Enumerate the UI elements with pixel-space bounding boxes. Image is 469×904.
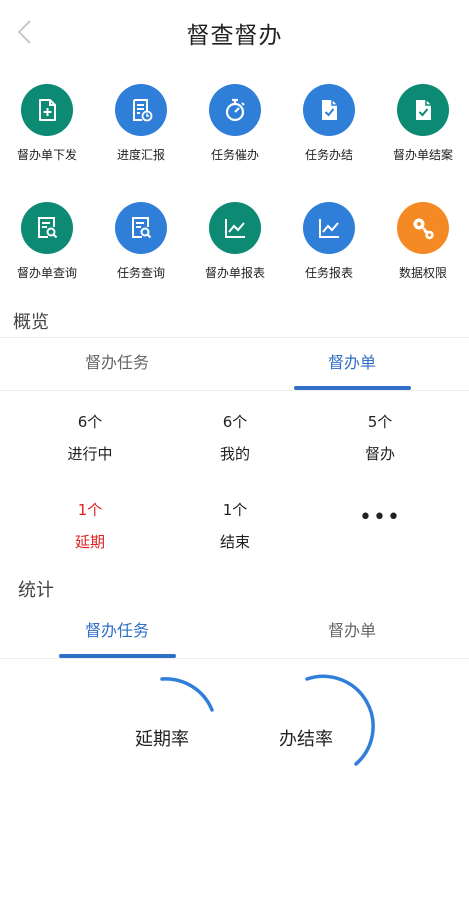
stat-mine[interactable]: 6个 我的 xyxy=(157,411,313,464)
tab-label: 督办单 xyxy=(327,621,376,640)
line-chart-icon xyxy=(209,202,261,254)
grid-item-label: 督办单查询 xyxy=(16,266,77,280)
stat-supervise[interactable]: 5个 督办 xyxy=(302,411,458,464)
completion-rate-label: 办结率 xyxy=(279,729,333,750)
stat-label: 督办 xyxy=(364,445,395,463)
line-chart-icon xyxy=(303,202,355,254)
stat-delayed[interactable]: 1个 延期 xyxy=(12,499,168,552)
grid-item-label: 进度汇报 xyxy=(116,148,165,162)
stat-count: 6个 xyxy=(77,413,103,431)
doc-add-icon xyxy=(21,84,73,136)
function-grid-row-1: 督办单下发 进度汇报 任务催办 任务办结 督办单结案 xyxy=(0,84,469,194)
grid-item-label: 任务催办 xyxy=(210,148,259,162)
grid-item-label: 督办单结案 xyxy=(392,148,453,162)
grid-item-data-permission[interactable]: 数据权限 xyxy=(376,202,469,281)
grid-item-task-urge[interactable]: 任务催办 xyxy=(188,84,282,163)
page-title: 督查督办 xyxy=(186,23,283,49)
delay-rate-gauge-arc xyxy=(160,677,214,712)
stat-label: 结束 xyxy=(219,533,250,551)
tab-label: 督办单 xyxy=(327,353,376,372)
delay-rate-label: 延期率 xyxy=(135,729,189,750)
statistics-section-title: 统计 xyxy=(18,580,54,601)
grid-item-label: 督办单报表 xyxy=(204,266,265,280)
doc-search-icon xyxy=(21,202,73,254)
stat-label: 延期 xyxy=(74,533,105,551)
stat-count: 1个 xyxy=(222,501,248,519)
tab-supervision-task[interactable]: 督办任务 xyxy=(0,338,234,390)
grid-item-supervision-query[interactable]: 督办单查询 xyxy=(0,202,94,281)
tab-supervision-task[interactable]: 督办任务 xyxy=(0,606,234,658)
function-grid-row-2: 督办单查询 任务查询 督办单报表 任务报表 数据权限 xyxy=(0,202,469,312)
tab-label: 督办任务 xyxy=(84,353,149,372)
stat-count: 6个 xyxy=(222,413,248,431)
overview-tabs: 督办任务 督办单 xyxy=(0,337,469,391)
grid-item-task-complete[interactable]: 任务办结 xyxy=(282,84,376,163)
completion-rate-gauge-arc xyxy=(305,674,375,766)
grid-item-label: 任务查询 xyxy=(116,266,165,280)
tab-supervision-order[interactable]: 督办单 xyxy=(235,338,469,390)
doc-check-icon xyxy=(303,84,355,136)
grid-item-progress-report[interactable]: 进度汇报 xyxy=(94,84,188,163)
grid-item-issue-supervision[interactable]: 督办单下发 xyxy=(0,84,94,163)
stat-label: 进行中 xyxy=(67,445,113,463)
key-gear-icon xyxy=(397,202,449,254)
grid-item-close-case[interactable]: 督办单结案 xyxy=(376,84,469,163)
stat-label: 我的 xyxy=(219,445,250,463)
stat-count: 1个 xyxy=(77,501,103,519)
stat-count: 5个 xyxy=(367,413,393,431)
grid-item-label: 任务报表 xyxy=(304,266,353,280)
statistics-tabs: 督办任务 督办单 xyxy=(0,606,469,659)
report-clock-icon xyxy=(115,84,167,136)
stat-finished[interactable]: 1个 结束 xyxy=(157,499,313,552)
more-button[interactable]: ••• xyxy=(345,505,415,530)
tab-label: 督办任务 xyxy=(84,621,149,640)
grid-item-label: 督办单下发 xyxy=(16,148,77,162)
overview-section-title: 概览 xyxy=(13,312,49,333)
grid-item-supervision-report[interactable]: 督办单报表 xyxy=(188,202,282,281)
stopwatch-icon xyxy=(209,84,261,136)
stat-in-progress[interactable]: 6个 进行中 xyxy=(12,411,168,464)
doc-search-icon xyxy=(115,202,167,254)
grid-item-label: 任务办结 xyxy=(304,148,353,162)
active-tab-indicator xyxy=(294,386,411,390)
active-tab-indicator xyxy=(59,654,176,658)
tab-supervision-order[interactable]: 督办单 xyxy=(235,606,469,658)
header: 督查督办 xyxy=(0,0,469,64)
grid-item-label: 数据权限 xyxy=(398,266,447,280)
doc-check-icon xyxy=(397,84,449,136)
grid-item-task-report[interactable]: 任务报表 xyxy=(282,202,376,281)
grid-item-task-query[interactable]: 任务查询 xyxy=(94,202,188,281)
